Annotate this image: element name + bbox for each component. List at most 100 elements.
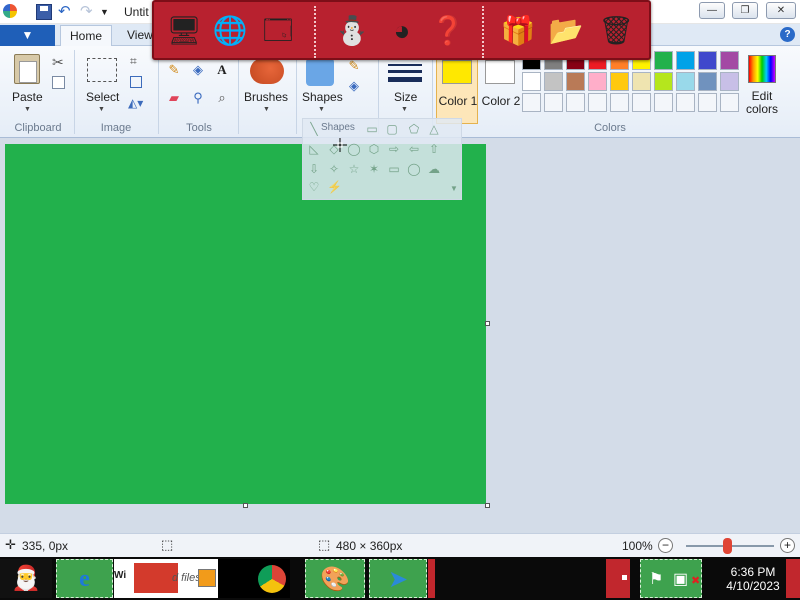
palette-swatch[interactable] [588, 72, 607, 91]
tab-home[interactable]: Home [60, 25, 113, 46]
network-globe-icon[interactable]: 🌐 [208, 8, 252, 54]
palette-swatch[interactable] [676, 93, 695, 112]
palette-swatch[interactable] [588, 93, 607, 112]
palette-swatch[interactable] [698, 72, 717, 91]
down-arrow-shape-icon[interactable]: ⇩ [307, 163, 321, 175]
size-label[interactable]: Size [394, 90, 417, 104]
canvas-resize-handle-corner[interactable] [485, 503, 490, 508]
palette-swatch[interactable] [676, 72, 695, 91]
brushes-label[interactable]: Brushes [244, 90, 288, 104]
brushes-dropdown-icon[interactable]: ▼ [263, 106, 270, 113]
callout-cloud-shape-icon[interactable]: ☁ [427, 163, 441, 175]
callout-oval-shape-icon[interactable]: ◯ [407, 163, 421, 175]
help-question-icon[interactable]: ❓ [426, 8, 470, 54]
magnifier-icon[interactable]: ⌕ [212, 88, 232, 108]
pencil-icon[interactable]: ✎ [164, 60, 184, 80]
taskbar-app-window[interactable]: ➤ [369, 559, 427, 598]
palette-swatch[interactable] [522, 93, 541, 112]
oval-shape-icon[interactable]: ◯ [347, 143, 361, 155]
control-panel-icon[interactable]: 🗔 [256, 8, 300, 54]
size-icon[interactable] [388, 64, 422, 86]
palette-swatch[interactable] [698, 51, 717, 70]
action-center-flag-icon[interactable]: ⚑ [649, 569, 663, 589]
network-status-icon[interactable]: ▣ [673, 569, 688, 589]
callout-rectangle-shape-icon[interactable]: ▭ [387, 163, 401, 175]
volume-muted-icon[interactable]: ✖ [691, 574, 700, 587]
paste-icon[interactable] [14, 54, 40, 84]
color-picker-icon[interactable]: ⚲ [188, 88, 208, 108]
taskbar-explorer-window[interactable]: Wi d files [114, 559, 218, 598]
windows-logo-icon[interactable]: ◕ [380, 8, 424, 54]
snowman-user-icon[interactable]: ⛄ [330, 8, 374, 54]
shapes-label[interactable]: Shapes [302, 90, 343, 104]
canvas-resize-handle-right[interactable] [485, 321, 490, 326]
shapes-more-icon[interactable]: ▼ [447, 183, 461, 195]
palette-swatch[interactable] [654, 72, 673, 91]
paste-dropdown-icon[interactable]: ▼ [24, 106, 31, 113]
shapes-icon[interactable] [306, 58, 334, 86]
polygon-shape-icon[interactable]: ⬠ [407, 123, 421, 135]
palette-swatch[interactable] [566, 93, 585, 112]
palette-swatch[interactable] [698, 93, 717, 112]
tray-show-hidden-button[interactable] [606, 559, 630, 598]
file-menu-button[interactable]: ▼ [0, 25, 55, 46]
paste-label[interactable]: Paste [12, 90, 43, 104]
palette-swatch[interactable] [720, 72, 739, 91]
recycle-bin-icon[interactable]: 🗑 [594, 8, 638, 54]
resize-icon[interactable] [130, 76, 142, 88]
palette-swatch[interactable] [544, 72, 563, 91]
palette-swatch[interactable] [632, 93, 651, 112]
show-desktop-button[interactable] [786, 559, 800, 598]
palette-swatch[interactable] [522, 72, 541, 91]
redo-icon[interactable]: ↷ [80, 4, 96, 20]
line-shape-icon[interactable]: ╲ [307, 123, 321, 135]
paint-app-icon[interactable] [3, 4, 17, 18]
right-triangle-shape-icon[interactable]: ◺ [307, 143, 321, 155]
hexagon-shape-icon[interactable]: ⬡ [367, 143, 381, 155]
taskbar-chrome[interactable] [218, 559, 290, 598]
edit-colors-label[interactable]: Edit colors [742, 90, 782, 116]
copy-icon[interactable] [52, 76, 65, 89]
left-arrow-shape-icon[interactable]: ⇦ [407, 143, 421, 155]
color1-button[interactable]: Color 1 [436, 50, 478, 124]
fill-bucket-icon[interactable]: ◈ [188, 60, 208, 80]
minimize-button[interactable]: — [699, 2, 725, 19]
zoom-in-button[interactable]: + [780, 538, 795, 553]
rounded-rectangle-shape-icon[interactable]: ▢ [385, 123, 399, 135]
help-icon[interactable]: ? [780, 27, 795, 42]
palette-swatch[interactable] [566, 72, 585, 91]
shapes-dropdown-icon[interactable]: ▼ [318, 106, 325, 113]
four-point-star-shape-icon[interactable]: ✧ [327, 163, 341, 175]
palette-swatch[interactable] [720, 93, 739, 112]
taskbar-internet-explorer[interactable]: e [56, 559, 113, 598]
close-button[interactable]: ✕ [766, 2, 796, 19]
computer-icon[interactable]: 🖥 [162, 8, 206, 54]
triangle-shape-icon[interactable]: △ [427, 123, 441, 135]
select-dropdown-icon[interactable]: ▼ [98, 106, 105, 113]
taskbar-paint[interactable]: 🎨 [305, 559, 365, 598]
maximize-button[interactable]: ❐ [732, 2, 758, 19]
size-dropdown-icon[interactable]: ▼ [401, 106, 408, 113]
six-point-star-shape-icon[interactable]: ✶ [367, 163, 381, 175]
rotate-icon[interactable]: ◭▾ [128, 96, 143, 110]
zoom-slider-thumb[interactable] [723, 538, 732, 554]
palette-swatch[interactable] [654, 93, 673, 112]
tray-clock[interactable]: 6:36 PM 4/10/2023 [718, 565, 788, 593]
five-point-star-shape-icon[interactable]: ☆ [347, 163, 361, 175]
zoom-out-button[interactable]: − [658, 538, 673, 553]
start-button[interactable]: 🎅 [0, 559, 52, 598]
folder-icon[interactable]: 📂 [544, 8, 588, 54]
shape-fill-icon[interactable]: ◈ [344, 76, 364, 96]
right-arrow-shape-icon[interactable]: ⇨ [387, 143, 401, 155]
customize-quick-access-icon[interactable]: ▼ [100, 4, 116, 20]
palette-swatch[interactable] [632, 72, 651, 91]
palette-swatch[interactable] [654, 51, 673, 70]
rectangle-shape-icon[interactable]: ▭ [365, 123, 379, 135]
select-label[interactable]: Select [86, 90, 119, 104]
text-tool-icon[interactable]: A [212, 60, 232, 80]
select-icon[interactable] [87, 58, 117, 82]
up-arrow-shape-icon[interactable]: ⇧ [427, 143, 441, 155]
heart-shape-icon[interactable]: ♡ [307, 181, 321, 193]
palette-swatch[interactable] [676, 51, 695, 70]
palette-swatch[interactable] [720, 51, 739, 70]
